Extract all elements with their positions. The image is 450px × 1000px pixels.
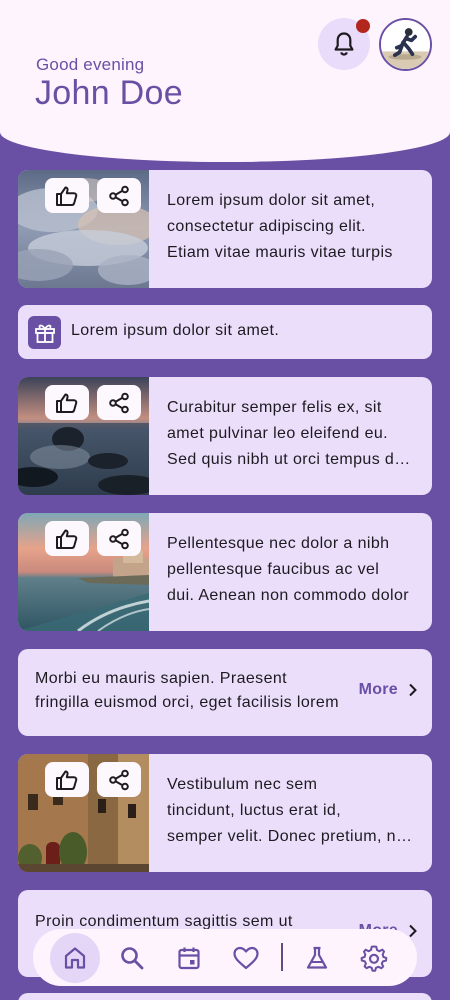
share-button[interactable]: [97, 521, 141, 556]
share-icon: [109, 769, 129, 790]
card-line: semper velit. Donec pretium, nunc: [167, 828, 418, 845]
card-line: tincidunt, luctus erat id,: [167, 802, 342, 819]
card-body: Curabitur semper felis ex, sit amet pulv…: [167, 395, 418, 473]
card-line: Pellentesque nec dolor a nibh: [167, 535, 390, 552]
card-line: Sed quis nibh ut orci tempus dolor: [167, 451, 418, 468]
user-name: John Doe: [35, 74, 183, 112]
card-line: Curabitur semper felis ex, sit: [167, 399, 382, 416]
share-button[interactable]: [97, 178, 141, 213]
card-line: pellentesque faucibus ac vel: [167, 561, 380, 578]
nav-home[interactable]: [50, 933, 100, 983]
more-card[interactable]: Morbi eu mauris sapien. Praesent fringil…: [18, 649, 432, 736]
unread-badge: [356, 19, 370, 33]
feed-card[interactable]: Pellentesque nec dolor a nibh pellentesq…: [18, 513, 432, 631]
promo-text: Lorem ipsum dolor sit amet.: [71, 322, 280, 339]
thumbs-up-icon: [56, 529, 78, 549]
card-body: Lorem ipsum dolor sit amet, consectetur …: [167, 188, 418, 266]
runner-avatar-image: [381, 20, 430, 69]
bell-icon: [334, 32, 354, 56]
gear-icon: [360, 945, 388, 972]
share-icon: [109, 185, 129, 206]
bottom-nav: [33, 929, 417, 986]
share-button[interactable]: [97, 385, 141, 420]
feed-card[interactable]: Lorem ipsum dolor sit amet, consectetur …: [18, 170, 432, 288]
nav-favorites[interactable]: [221, 933, 271, 983]
card-line: amet pulvinar leo eleifend eu.: [167, 425, 389, 442]
card-body: Vestibulum nec sem tincidunt, luctus era…: [167, 772, 418, 850]
gift-icon-box: [28, 316, 61, 349]
thumbs-up-icon: [56, 770, 78, 790]
nav-search[interactable]: [107, 933, 157, 983]
card-body: Pellentesque nec dolor a nibh pellentesq…: [167, 531, 418, 609]
share-icon: [109, 392, 129, 413]
calendar-icon: [178, 947, 200, 970]
header: Good evening John Doe: [0, 0, 450, 162]
like-button[interactable]: [45, 385, 89, 420]
heart-icon: [233, 946, 259, 970]
card-line: consectetur adipiscing elit.: [167, 218, 366, 235]
chevron-right-icon: [409, 924, 417, 938]
card-line: dui. Aenean non commodo dolor: [167, 587, 409, 604]
gift-icon: [34, 324, 55, 343]
like-button[interactable]: [45, 178, 89, 213]
home-icon: [64, 947, 86, 969]
nav-divider: [281, 943, 283, 971]
like-button[interactable]: [45, 521, 89, 556]
next-card-peek: [18, 993, 432, 1000]
thumbs-up-icon: [56, 393, 78, 413]
card-line: Vestibulum nec sem: [167, 776, 318, 793]
greeting-text: Good evening: [36, 55, 145, 74]
avatar[interactable]: [379, 18, 432, 71]
nav-calendar[interactable]: [164, 933, 214, 983]
flask-icon: [306, 946, 328, 969]
card-line: fringilla euismod orci, eget facilisis l…: [35, 694, 339, 711]
promo-banner[interactable]: Lorem ipsum dolor sit amet.: [18, 305, 432, 359]
feed-card[interactable]: Vestibulum nec sem tincidunt, luctus era…: [18, 754, 432, 872]
search-icon: [121, 947, 144, 970]
more-label: More: [358, 681, 398, 698]
like-button[interactable]: [45, 762, 89, 797]
card-line: Morbi eu mauris sapien. Praesent: [35, 670, 288, 687]
nav-lab[interactable]: [292, 933, 342, 983]
feed-card[interactable]: Curabitur semper felis ex, sit amet pulv…: [18, 377, 432, 495]
more-button[interactable]: More: [359, 681, 418, 699]
card-line: Etiam vitae mauris vitae turpis: [167, 244, 393, 261]
share-button[interactable]: [97, 762, 141, 797]
share-icon: [109, 528, 129, 549]
chevron-right-icon: [409, 683, 417, 697]
card-line: Lorem ipsum dolor sit amet,: [167, 192, 376, 209]
more-card-body: Morbi eu mauris sapien. Praesent fringil…: [35, 667, 355, 715]
thumbs-up-icon: [56, 186, 78, 206]
nav-settings[interactable]: [349, 933, 399, 983]
